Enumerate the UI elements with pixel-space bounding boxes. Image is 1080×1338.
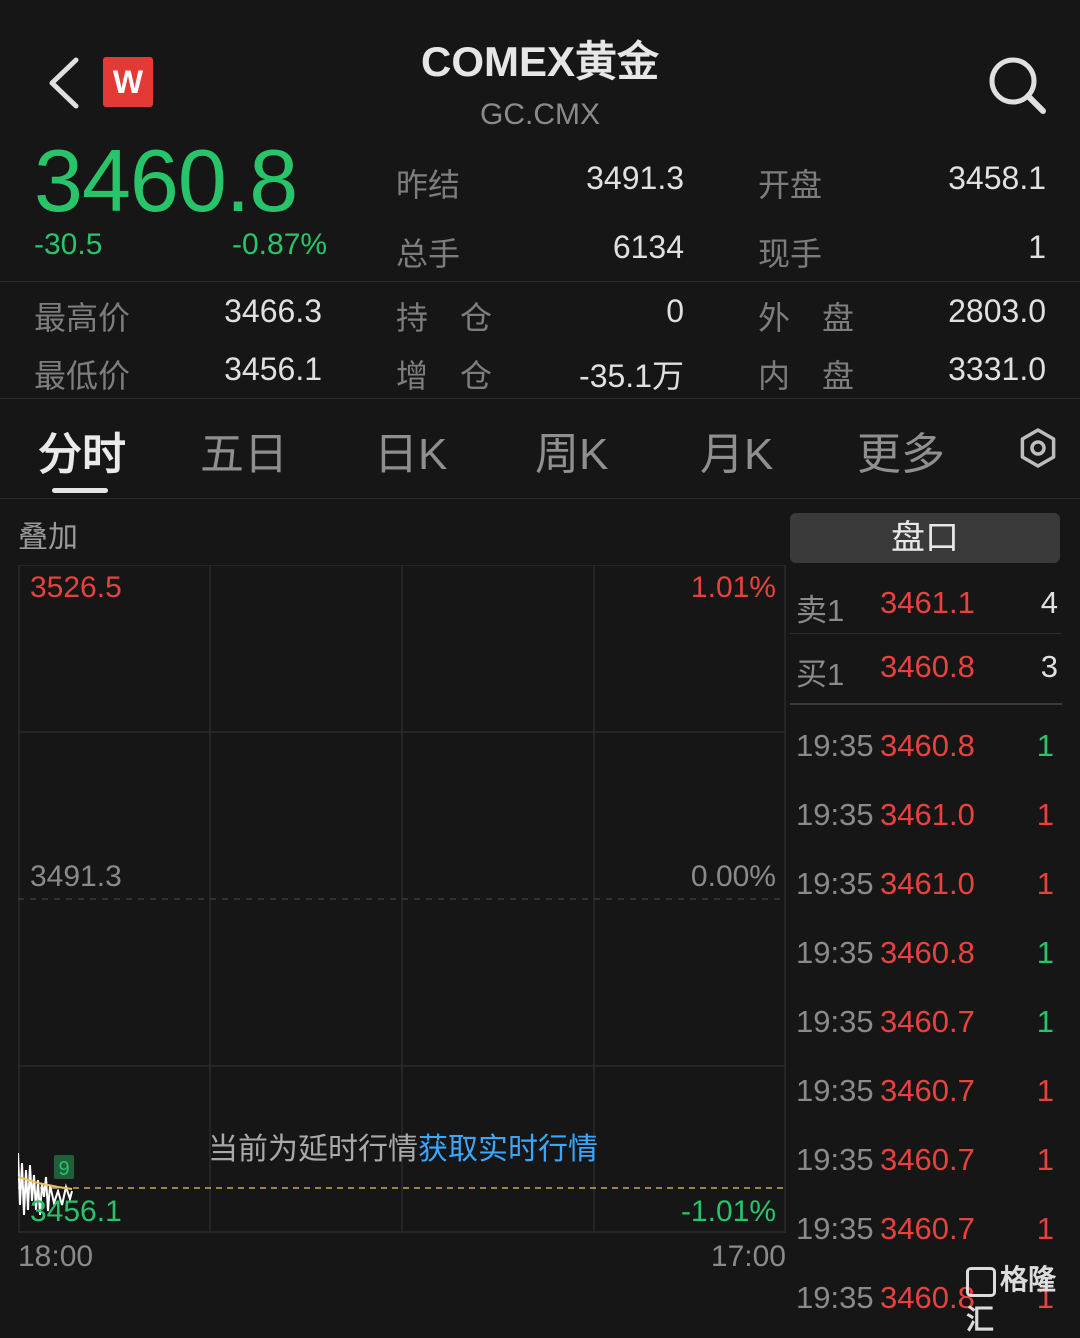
tick-time: 19:35 bbox=[796, 935, 874, 970]
tab-daily-k[interactable]: 日K bbox=[374, 418, 447, 482]
tick-qty: 1 bbox=[1036, 1211, 1054, 1246]
tick-qty: 1 bbox=[1036, 1004, 1054, 1039]
tab-monthly-k[interactable]: 月K bbox=[700, 418, 773, 482]
tick-price: 3460.8 bbox=[880, 1280, 975, 1315]
stat-label: 最低价 bbox=[34, 358, 131, 394]
divider bbox=[0, 281, 1080, 282]
tick-time: 19:35 bbox=[796, 728, 874, 763]
tab-active-indicator bbox=[52, 488, 108, 493]
tab-more[interactable]: 更多 bbox=[857, 418, 945, 482]
tick-qty: 1 bbox=[1036, 728, 1054, 763]
tick-time: 19:35 bbox=[796, 797, 874, 832]
tick-time: 19:35 bbox=[796, 866, 874, 901]
tick-price: 3460.7 bbox=[880, 1004, 975, 1039]
tick-price: 3460.8 bbox=[880, 935, 975, 970]
buy-qty: 3 bbox=[1040, 649, 1058, 684]
tick-time: 19:35 bbox=[796, 1280, 874, 1315]
order-book-sell-row: 卖1 3461.1 4 bbox=[796, 585, 1058, 649]
watermark-logo: 格隆汇 bbox=[966, 1264, 1057, 1335]
watermark-icon bbox=[966, 1266, 996, 1297]
sell-price: 3461.1 bbox=[880, 585, 975, 620]
buy-price: 3460.8 bbox=[880, 649, 975, 684]
stat-value: 2803.0 bbox=[948, 293, 1046, 329]
stat-value: -35.1万 bbox=[579, 358, 684, 394]
axis-top-pct: 1.01% bbox=[690, 571, 776, 604]
price-change-pct: -0.87% bbox=[232, 228, 328, 261]
stat-label: 现手 bbox=[758, 236, 823, 272]
stat-value: 3331.0 bbox=[948, 351, 1046, 387]
sell-label: 卖1 bbox=[796, 593, 845, 628]
buy-label: 买1 bbox=[796, 657, 845, 692]
order-book-tab[interactable]: 盘口 bbox=[790, 513, 1060, 563]
search-icon[interactable] bbox=[986, 54, 1048, 116]
last-price: 3460.8 bbox=[34, 131, 298, 230]
stat-label: 内 盘 bbox=[758, 358, 855, 394]
stat-label: 总手 bbox=[396, 236, 461, 272]
tab-intraday[interactable]: 分时 bbox=[38, 418, 126, 482]
tick-qty: 1 bbox=[1036, 935, 1054, 970]
tick-qty: 1 bbox=[1036, 1073, 1054, 1108]
tick-time: 19:35 bbox=[796, 1073, 874, 1108]
stat-label: 增 仓 bbox=[396, 358, 493, 394]
axis-x-end: 17:00 bbox=[710, 1240, 786, 1273]
divider bbox=[790, 703, 1062, 705]
tick-qty: 1 bbox=[1036, 1142, 1054, 1177]
stat-label: 开盘 bbox=[758, 167, 823, 203]
volume-badge: 9 bbox=[58, 1158, 69, 1180]
tick-price: 3461.0 bbox=[880, 866, 975, 901]
delay-notice: 当前为延时行情获取实时行情 bbox=[208, 1124, 598, 1168]
realtime-quote-link[interactable]: 获取实时行情 bbox=[418, 1133, 598, 1166]
overlay-button[interactable]: 叠加 bbox=[18, 512, 78, 556]
tick-time: 19:35 bbox=[796, 1142, 874, 1177]
stat-label: 外 盘 bbox=[758, 300, 855, 336]
tick-price: 3460.7 bbox=[880, 1211, 975, 1246]
divider bbox=[0, 398, 1080, 399]
delay-notice-text: 当前为延时行情 bbox=[208, 1133, 418, 1166]
stat-value: 3456.1 bbox=[224, 351, 322, 387]
tick-price: 3460.7 bbox=[880, 1073, 975, 1108]
stat-value: 3466.3 bbox=[224, 293, 322, 329]
stat-value: 6134 bbox=[612, 229, 684, 265]
axis-mid-price: 3491.3 bbox=[30, 860, 122, 893]
settings-gear-icon[interactable] bbox=[1018, 428, 1058, 468]
tick-qty: 1 bbox=[1036, 797, 1054, 832]
sell-qty: 4 bbox=[1040, 585, 1058, 620]
stat-value: 3491.3 bbox=[586, 160, 684, 196]
axis-x-start: 18:00 bbox=[18, 1240, 94, 1273]
divider bbox=[790, 633, 1062, 634]
tab-five-day[interactable]: 五日 bbox=[200, 418, 288, 482]
stat-label: 昨结 bbox=[396, 167, 461, 203]
axis-bottom-price: 3456.1 bbox=[30, 1195, 122, 1228]
axis-mid-pct: 0.00% bbox=[690, 860, 776, 893]
stat-value: 1 bbox=[1028, 229, 1046, 265]
tab-weekly-k[interactable]: 周K bbox=[535, 418, 608, 482]
tick-price: 3460.7 bbox=[880, 1142, 975, 1177]
stat-label: 最高价 bbox=[34, 300, 131, 336]
tick-time: 19:35 bbox=[796, 1211, 874, 1246]
tick-price: 3460.8 bbox=[880, 728, 975, 763]
axis-top-price: 3526.5 bbox=[30, 571, 122, 604]
tick-price: 3461.0 bbox=[880, 797, 975, 832]
instrument-code: GC.CMX bbox=[480, 98, 600, 131]
tick-qty: 1 bbox=[1036, 866, 1054, 901]
stat-value: 0 bbox=[666, 293, 684, 329]
stat-value: 3458.1 bbox=[948, 160, 1046, 196]
instrument-title: COMEX黄金 bbox=[420, 38, 659, 85]
divider bbox=[0, 498, 1080, 499]
stat-label: 持 仓 bbox=[396, 300, 493, 336]
price-change: -30.5 bbox=[34, 228, 103, 261]
tick-time: 19:35 bbox=[796, 1004, 874, 1039]
axis-bottom-pct: -1.01% bbox=[680, 1195, 776, 1228]
